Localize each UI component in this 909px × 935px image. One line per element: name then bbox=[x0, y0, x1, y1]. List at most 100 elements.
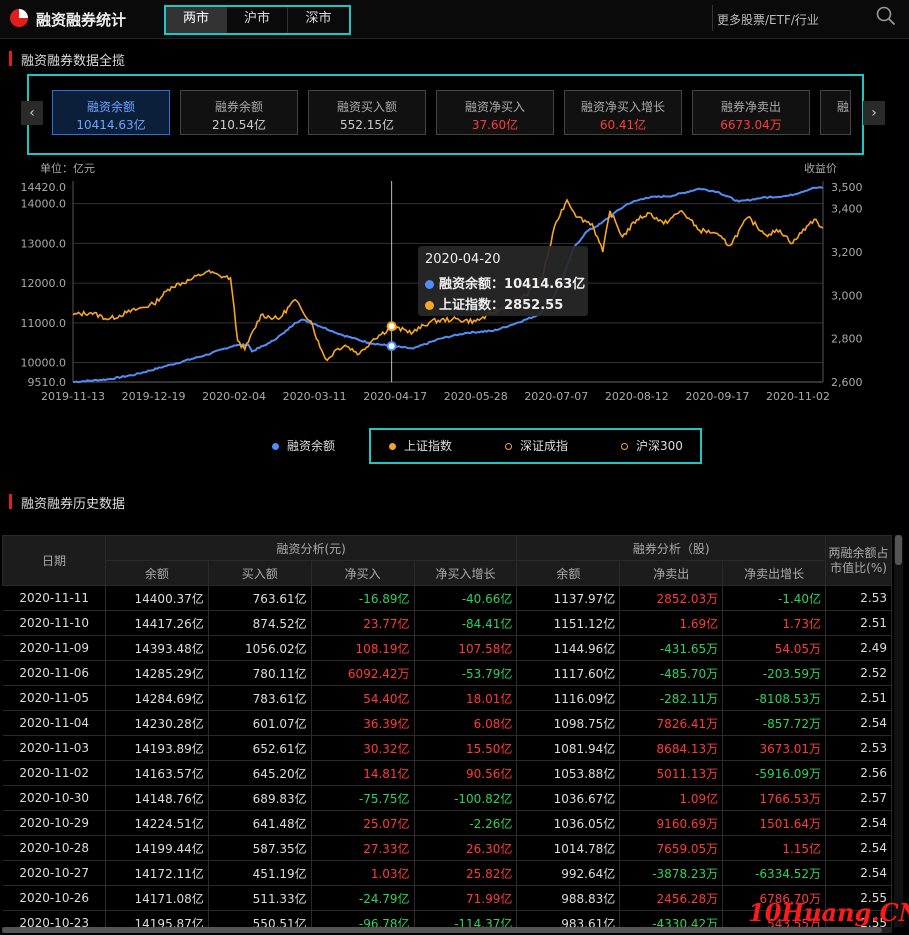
table-row[interactable]: 2020-11-10 14417.26亿 874.52亿 23.77亿 -84.41亿 1… bbox=[2, 610, 892, 636]
table-row[interactable]: 2020-11-06 14285.29亿 780.11亿 6092.42万 -53.79… bbox=[2, 660, 892, 686]
vertical-scroll-thumb[interactable] bbox=[895, 535, 902, 565]
history-table-container[interactable]: 日期 融资分析(元) 融券分析（股) 两融余额占 市值比(%) 余额 买入额 净… bbox=[2, 535, 892, 927]
table-cell: 1036.05亿 bbox=[516, 810, 621, 836]
overview-card[interactable]: 融券净卖出 6673.04万 bbox=[692, 90, 810, 135]
overview-card[interactable]: 融资净买入增长 60.41亿 bbox=[564, 90, 682, 135]
table-cell: 780.11亿 bbox=[208, 660, 312, 686]
card-label: 融资净买入 bbox=[464, 100, 525, 114]
table-cell: -53.79亿 bbox=[414, 660, 518, 686]
left-tick-label: 11000.0 bbox=[21, 317, 67, 330]
left-tick-label: 14420.0 bbox=[21, 181, 67, 194]
table-cell: -75.75亿 bbox=[311, 785, 415, 811]
table-row[interactable]: 2020-10-30 14148.76亿 689.83亿 -75.75亿 -100.82… bbox=[2, 785, 892, 811]
overview-card[interactable]: 融 bbox=[820, 90, 851, 135]
table-cell: 1081.94亿 bbox=[516, 735, 621, 761]
x-tick-label: 2020-07-07 bbox=[524, 390, 588, 403]
search-box[interactable]: 更多股票/ETF/行业 bbox=[712, 5, 903, 31]
tab-shenzhen[interactable]: 深市 bbox=[288, 7, 349, 33]
left-tick-label: 12000.0 bbox=[21, 277, 67, 290]
table-cell: 18.01亿 bbox=[414, 685, 518, 711]
table-cell: 14.81亿 bbox=[311, 760, 415, 786]
header-fin-buy[interactable]: 买入额 bbox=[207, 560, 312, 586]
legend-csi300[interactable]: 沪深300 bbox=[621, 437, 683, 454]
table-row[interactable]: 2020-11-04 14230.28亿 601.07亿 36.39亿 6.08亿 109… bbox=[2, 710, 892, 736]
table-cell: 14171.08亿 bbox=[105, 885, 209, 911]
table-cell: 30.32亿 bbox=[311, 735, 415, 761]
header-sec-net-sell[interactable]: 净卖出 bbox=[619, 560, 724, 586]
row-date: 2020-10-29 bbox=[2, 810, 106, 836]
vertical-scrollbar[interactable] bbox=[894, 535, 903, 927]
table-cell: 25.07亿 bbox=[311, 810, 415, 836]
section-marker bbox=[9, 51, 12, 66]
table-cell: 983.61亿 bbox=[516, 910, 621, 927]
header-sec-balance[interactable]: 余额 bbox=[516, 560, 621, 586]
row-date: 2020-10-23 bbox=[2, 910, 106, 927]
table-cell: 14393.48亿 bbox=[105, 635, 209, 661]
table-row[interactable]: 2020-11-05 14284.69亿 783.61亿 54.40亿 18.01亿 11… bbox=[2, 685, 892, 711]
table-row[interactable]: 2020-11-03 14193.89亿 652.61亿 30.32亿 15.50亿 10… bbox=[2, 735, 892, 761]
header-fin-net-buy-growth[interactable]: 净买入增长 bbox=[413, 560, 518, 586]
header-fin-net-buy[interactable]: 净买入 bbox=[310, 560, 415, 586]
table-cell: 6.08亿 bbox=[414, 710, 518, 736]
table-cell: -16.89亿 bbox=[311, 585, 415, 611]
table-row[interactable]: 2020-11-11 14400.37亿 763.61亿 -16.89亿 -40.66亿… bbox=[2, 585, 892, 611]
table-cell: 14148.76亿 bbox=[105, 785, 209, 811]
row-date: 2020-11-02 bbox=[2, 760, 106, 786]
header-sec-net-sell-growth[interactable]: 净卖出增长 bbox=[722, 560, 827, 586]
header-ratio[interactable]: 两融余额占 市值比(%) bbox=[825, 535, 892, 586]
table-cell: -8108.53万 bbox=[722, 685, 827, 711]
table-cell: 2.52 bbox=[825, 660, 892, 686]
table-row[interactable]: 2020-11-09 14393.48亿 1056.02亿 108.19亿 107.58… bbox=[2, 635, 892, 661]
right-tick-label: 3,200 bbox=[831, 246, 863, 259]
table-cell: 2852.03万 bbox=[619, 585, 724, 611]
table-row[interactable]: 2020-10-28 14199.44亿 587.35亿 27.33亿 26.30亿 10… bbox=[2, 835, 892, 861]
tooltip-value: 10414.63亿 bbox=[504, 277, 586, 292]
table-cell: 8684.13万 bbox=[619, 735, 724, 761]
selected-point-financing bbox=[386, 341, 397, 352]
table-cell: -3878.23万 bbox=[619, 860, 724, 886]
table-cell: -1.40亿 bbox=[722, 585, 827, 611]
search-icon[interactable] bbox=[875, 5, 897, 27]
table-cell: 2.51 bbox=[825, 610, 892, 636]
search-input[interactable]: 更多股票/ETF/行业 bbox=[717, 11, 819, 28]
next-arrow-icon[interactable]: › bbox=[863, 101, 885, 125]
tab-shanghai[interactable]: 沪市 bbox=[227, 7, 288, 33]
header-date[interactable]: 日期 bbox=[2, 535, 106, 586]
table-row[interactable]: 2020-11-02 14163.57亿 645.20亿 14.81亿 90.56亿 10… bbox=[2, 760, 892, 786]
legend-financing-balance[interactable]: 融资余额 bbox=[272, 437, 335, 454]
table-row[interactable]: 2020-10-27 14172.11亿 451.19亿 1.03亿 25.82亿 992… bbox=[2, 860, 892, 886]
overview-card[interactable]: 融资买入额 552.15亿 bbox=[308, 90, 426, 135]
table-cell: 2.54 bbox=[825, 835, 892, 861]
overview-card[interactable]: 融券余额 210.54亿 bbox=[180, 90, 298, 135]
table-cell: 1766.53万 bbox=[722, 785, 827, 811]
table-cell: 783.61亿 bbox=[208, 685, 312, 711]
table-cell: -96.78亿 bbox=[311, 910, 415, 927]
prev-arrow-icon[interactable]: ‹ bbox=[21, 101, 43, 125]
legend-shenzhen-component[interactable]: 深证成指 bbox=[505, 437, 568, 454]
table-cell: 2.54 bbox=[825, 710, 892, 736]
header-fin-balance[interactable]: 余额 bbox=[104, 560, 209, 586]
tab-two-markets[interactable]: 两市 bbox=[166, 7, 227, 33]
card-value: 210.54亿 bbox=[212, 118, 266, 132]
table-cell: 7826.41万 bbox=[619, 710, 724, 736]
horizontal-scroll-thumb[interactable] bbox=[2, 927, 882, 933]
table-cell: 1.69亿 bbox=[619, 610, 724, 636]
right-tick-label: 3,500 bbox=[831, 181, 863, 194]
right-tick-label: 2,800 bbox=[831, 333, 863, 346]
x-tick-label: 2020-11-02 bbox=[766, 390, 830, 403]
table-cell: 988.83亿 bbox=[516, 885, 621, 911]
row-date: 2020-10-28 bbox=[2, 835, 106, 861]
legend-shanghai-index[interactable]: 上证指数 bbox=[389, 437, 452, 454]
table-cell: 71.99亿 bbox=[414, 885, 518, 911]
table-cell: 14195.87亿 bbox=[105, 910, 209, 927]
overview-card[interactable]: 融资余额 10414.63亿 bbox=[52, 90, 170, 135]
legend-dot-icon bbox=[505, 443, 512, 450]
overview-card[interactable]: 融资净买入 37.60亿 bbox=[436, 90, 554, 135]
section-marker bbox=[9, 494, 12, 509]
table-row[interactable]: 2020-10-29 14224.51亿 641.48亿 25.07亿 -2.26亿 10… bbox=[2, 810, 892, 836]
table-cell: 14172.11亿 bbox=[105, 860, 209, 886]
row-date: 2020-11-10 bbox=[2, 610, 106, 636]
card-value: 60.41亿 bbox=[599, 118, 647, 132]
table-cell: -6334.52万 bbox=[722, 860, 827, 886]
table-cell: -5916.09万 bbox=[722, 760, 827, 786]
